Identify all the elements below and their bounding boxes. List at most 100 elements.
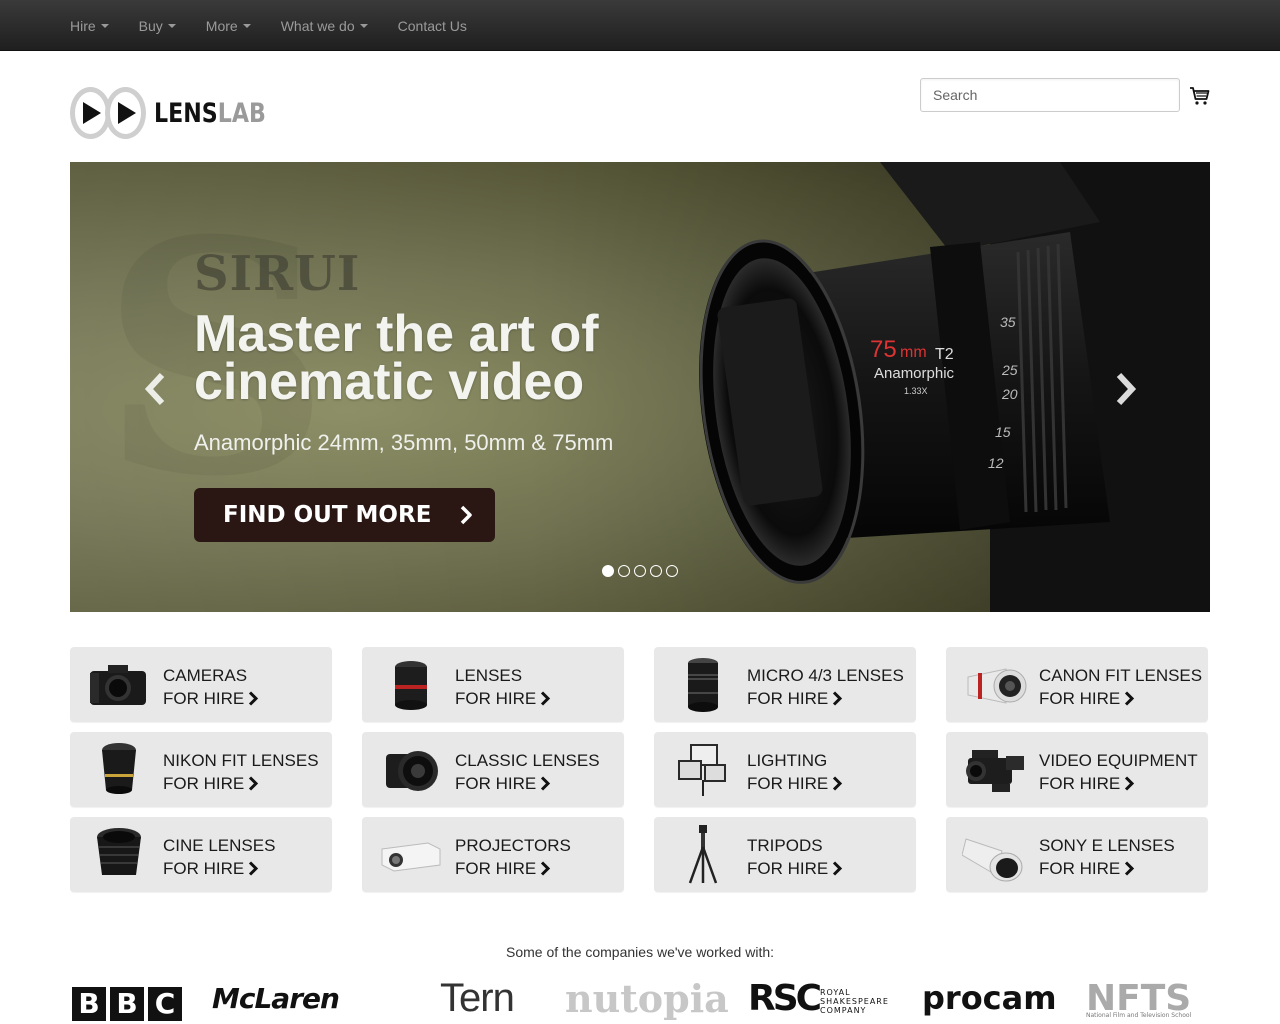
category-subtitle: FOR HIRE — [747, 774, 843, 794]
carousel-indicators — [602, 565, 682, 577]
lens-icon — [395, 661, 427, 710]
nutopia-logo: nutopia — [565, 975, 729, 1021]
carousel-dot[interactable] — [650, 565, 662, 577]
nav-item-what-we-do[interactable]: What we do — [267, 0, 382, 51]
svg-text:12: 12 — [988, 455, 1004, 471]
category-tile-lenses[interactable]: LENSES FOR HIRE — [362, 647, 624, 722]
category-subtitle: FOR HIRE — [1039, 689, 1135, 709]
category-title: SONY E LENSES — [1039, 836, 1175, 855]
category-tile-classic-lenses[interactable]: CLASSIC LENSES FOR HIRE — [362, 732, 624, 807]
chevron-right-icon — [833, 861, 843, 876]
category-tile-projectors[interactable]: PROJECTORS FOR HIRE — [362, 817, 624, 892]
hero-headline: Master the art of cinematic video — [194, 305, 599, 411]
category-grid: CAMERAS FOR HIRE LENSES FOR HIRE MICRO 4… — [70, 647, 1210, 892]
chevron-right-icon — [460, 505, 472, 525]
category-tile-video-equipment[interactable]: VIDEO EQUIPMENT FOR HIRE — [946, 732, 1208, 807]
category-tile-nikon-fit-lenses[interactable]: NIKON FIT LENSES FOR HIRE — [70, 732, 332, 807]
top-navbar: Hire Buy More What we do Contact Us — [0, 0, 1280, 51]
lens-squeeze: 1.33X — [904, 386, 928, 396]
rsc-logo: RSC — [748, 977, 822, 1019]
category-subtitle: FOR HIRE — [455, 774, 551, 794]
svg-text:20: 20 — [1001, 386, 1018, 402]
nav-item-more[interactable]: More — [192, 0, 265, 51]
client-logos: BBC McLaren Tern nutopia RSC ROYAL SHAKES… — [70, 972, 1210, 1024]
category-title: CAMERAS — [163, 666, 248, 685]
category-title: MICRO 4/3 LENSES — [747, 666, 904, 685]
mclaren-logo: McLaren — [212, 981, 340, 1015]
category-subtitle: FOR HIRE — [747, 689, 843, 709]
nav-item-more-label: More — [205, 17, 238, 34]
category-tile-canon-fit-lenses[interactable]: CANON FIT LENSES FOR HIRE — [946, 647, 1208, 722]
category-subtitle: FOR HIRE — [163, 859, 259, 879]
category-title: TRIPODS — [747, 836, 823, 855]
chevron-right-icon — [541, 776, 551, 791]
procam-logo: procam — [922, 979, 1057, 1017]
category-subtitle: FOR HIRE — [455, 689, 551, 709]
wide-lens-icon — [102, 743, 136, 794]
nav-item-buy-label: Buy — [138, 17, 163, 34]
nav-item-contact-us[interactable]: Contact Us — [384, 0, 481, 51]
svg-text:35: 35 — [1000, 314, 1016, 330]
nav-item-buy[interactable]: Buy — [125, 0, 190, 51]
clients-heading: Some of the companies we've worked with: — [505, 944, 775, 960]
chevron-right-icon — [833, 691, 843, 706]
svg-text:25: 25 — [1001, 362, 1018, 378]
shopping-cart-icon[interactable] — [1188, 84, 1212, 108]
chevron-right-icon — [1125, 776, 1135, 791]
chevron-right-icon — [249, 776, 259, 791]
hero-brand: SIRUI — [194, 246, 361, 302]
white-telephoto-icon — [962, 838, 1023, 882]
category-subtitle: FOR HIRE — [1039, 859, 1135, 879]
site-logo[interactable]: LENSLAB — [70, 86, 290, 140]
caret-down-icon — [359, 23, 368, 28]
category-tile-cameras[interactable]: CAMERAS FOR HIRE — [70, 647, 332, 722]
top-nav-menu: Hire Buy More What we do Contact Us — [56, 0, 483, 51]
category-subtitle: FOR HIRE — [163, 774, 259, 794]
classic-lens-icon — [386, 751, 438, 791]
telephoto-lens-icon — [967, 668, 1027, 704]
category-tile-sony-e-lenses[interactable]: SONY E LENSES FOR HIRE — [946, 817, 1208, 892]
category-title: CINE LENSES — [163, 836, 276, 855]
carousel-prev-icon[interactable] — [142, 372, 168, 406]
chevron-right-icon — [249, 691, 259, 706]
carousel-dot[interactable] — [602, 565, 614, 577]
rsc-logo-subtitle: ROYAL SHAKESPEARE COMPANY — [820, 988, 889, 1015]
lens-stop: T2 — [935, 346, 954, 363]
category-title: CANON FIT LENSES — [1039, 666, 1203, 685]
find-out-more-button[interactable]: FIND OUT MORE — [194, 488, 495, 542]
category-tile-cine-lenses[interactable]: CINE LENSES FOR HIRE — [70, 817, 332, 892]
carousel-dot[interactable] — [618, 565, 630, 577]
chevron-right-icon — [1125, 861, 1135, 876]
category-subtitle: FOR HIRE — [455, 859, 551, 879]
category-tile-tripods[interactable]: TRIPODS FOR HIRE — [654, 817, 916, 892]
projector-icon — [381, 842, 441, 872]
carousel-dot[interactable] — [634, 565, 646, 577]
nav-item-hire[interactable]: Hire — [56, 0, 123, 51]
category-tile-micro-4-3-lenses[interactable]: MICRO 4/3 LENSES FOR HIRE — [654, 647, 916, 722]
category-subtitle: FOR HIRE — [747, 859, 843, 879]
nav-item-hire-label: Hire — [70, 17, 96, 34]
chevron-right-icon — [541, 861, 551, 876]
caret-down-icon — [167, 23, 176, 28]
nfts-logo-subtitle: National Film and Television School — [1086, 1012, 1192, 1019]
tern-logo: Tern — [440, 975, 515, 1020]
chevron-right-icon — [833, 776, 843, 791]
logo-play-icon — [104, 87, 146, 139]
tripod-icon — [688, 825, 718, 884]
caret-down-icon — [242, 23, 251, 28]
search-input[interactable] — [920, 78, 1180, 112]
category-tile-lighting[interactable]: LIGHTING FOR HIRE — [654, 732, 916, 807]
caret-down-icon — [100, 23, 109, 28]
cine-lens-icon — [97, 828, 141, 875]
camera-icon — [90, 665, 146, 705]
category-subtitle: FOR HIRE — [163, 689, 259, 709]
category-title: CLASSIC LENSES — [455, 751, 600, 770]
category-title: VIDEO EQUIPMENT — [1039, 751, 1198, 770]
category-title: NIKON FIT LENSES — [163, 751, 319, 770]
category-title: LENSES — [455, 666, 523, 685]
camcorder-icon — [966, 750, 1024, 792]
carousel-next-icon[interactable] — [1113, 372, 1139, 406]
carousel-dot[interactable] — [666, 565, 678, 577]
lens-type: Anamorphic — [874, 365, 955, 382]
lens-unit: mm — [900, 344, 927, 361]
